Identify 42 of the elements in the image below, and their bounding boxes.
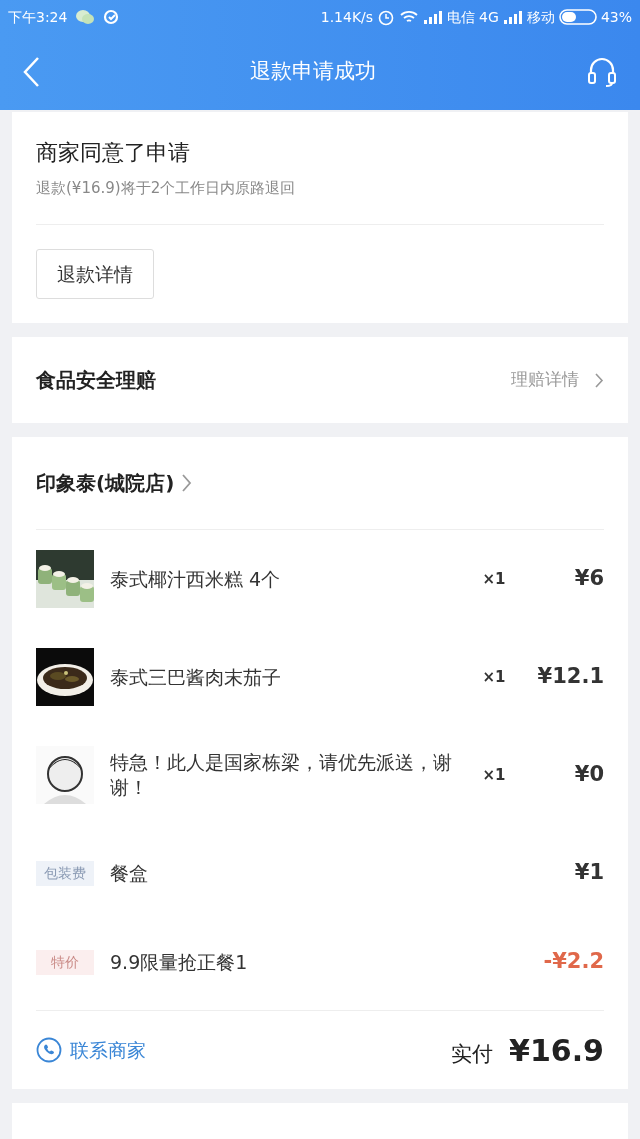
status-title: 商家同意了申请 — [36, 139, 191, 167]
signal-icon — [423, 10, 444, 24]
item-price: -¥2.2 — [542, 948, 604, 976]
battery-percent: 43% — [600, 7, 632, 27]
carrier-name: 移动 — [526, 7, 555, 27]
chevron-icon — [595, 372, 604, 388]
refund-details-button[interactable]: 退款详情 — [36, 248, 154, 299]
paid-amount: ¥16.9 — [509, 1031, 604, 1070]
paid-label: 实付 — [451, 1040, 494, 1068]
discount-tag: 特价 — [36, 949, 94, 975]
page-title: 退款申请成功 — [250, 58, 376, 86]
headset-icon[interactable] — [586, 56, 618, 88]
item-price: ¥0 — [573, 761, 604, 789]
carrier-name: 电信 — [447, 7, 476, 27]
item-price: ¥6 — [573, 565, 604, 593]
signal-icon — [502, 10, 523, 24]
item-name: 餐盒 — [110, 860, 149, 886]
wifi-icon — [399, 10, 420, 24]
item-quantity: ×1 — [481, 568, 507, 590]
item-quantity: ×1 — [481, 666, 507, 688]
item-name: 泰式三巴酱肉末茄子 — [110, 664, 282, 690]
refund-note: 退款(¥16.9)将于2个工作日内原路退回 — [36, 178, 297, 199]
alarm-icon — [377, 8, 396, 26]
battery-icon — [558, 9, 597, 25]
network-type: 4G — [479, 7, 499, 27]
status-time: 下午3:24 — [8, 7, 68, 27]
item-name: 9.9限量抢正餐1 — [110, 949, 249, 975]
chat-icon — [75, 9, 96, 25]
contact-merchant-link[interactable]: 联系商家 — [36, 1035, 146, 1065]
network-speed: 1.14K/s — [320, 7, 374, 27]
item-price: ¥12.1 — [536, 663, 604, 691]
item-price: ¥1 — [573, 859, 604, 887]
refresh-icon — [103, 9, 120, 25]
section-title: 食品安全理赔 — [36, 367, 156, 394]
phone-icon — [36, 1037, 62, 1063]
back-icon[interactable] — [22, 56, 40, 88]
shop-link[interactable]: 印象泰(城院店) — [36, 437, 604, 529]
item-name: 特急！此人是国家栋梁，请优先派送，谢谢！ — [110, 750, 453, 800]
chevron-icon — [182, 474, 193, 492]
item-name: 泰式椰汁西米糕 4个 — [110, 566, 282, 592]
item-quantity: ×1 — [481, 764, 507, 786]
fee-tag: 包装费 — [36, 860, 94, 886]
